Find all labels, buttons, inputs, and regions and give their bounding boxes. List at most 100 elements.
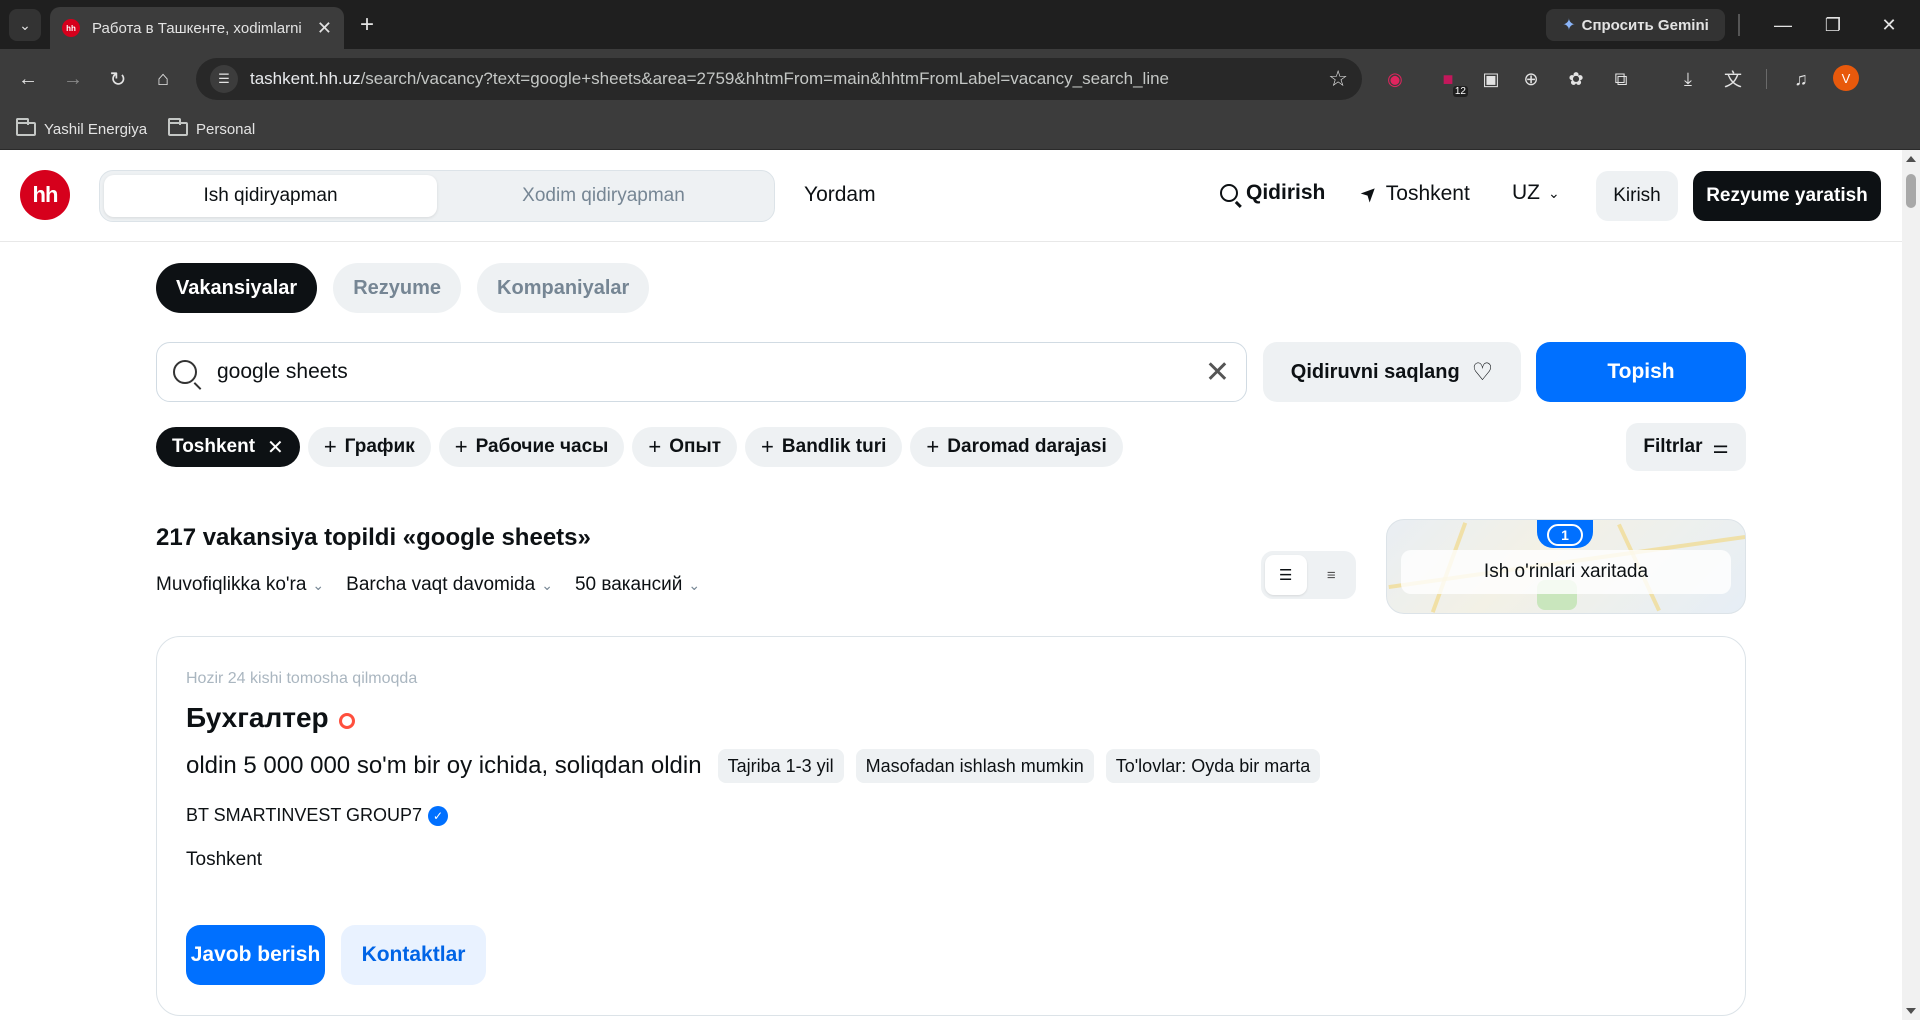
save-search-button[interactable]: Qidiruvni saqlang ♡: [1263, 342, 1521, 402]
chip-label: Toshkent: [172, 436, 256, 457]
back-icon[interactable]: ←: [12, 63, 44, 95]
vacancy-title-link[interactable]: Бухгалтер: [186, 702, 355, 734]
media-extension-icon[interactable]: ◉: [1381, 65, 1409, 93]
site-header: hh Ish qidiryapman Xodim qidiryapman Yor…: [0, 150, 1902, 242]
map-card[interactable]: 1 Ish o'rinlari xaritada: [1386, 519, 1746, 614]
openai-extension-icon[interactable]: ✿: [1562, 65, 1590, 93]
city-selector[interactable]: ➤ Toshkent: [1356, 180, 1470, 207]
extension-badge-icon[interactable]: ■ 12: [1434, 65, 1468, 97]
bookmark-folder-yashil[interactable]: Yashil Energiya: [16, 116, 147, 142]
results-count-title: 217 vakansiya topildi «google sheets»: [156, 524, 591, 551]
browser-tab-active[interactable]: hh Работа в Ташкенте, xodimlarni ✕: [50, 7, 344, 49]
role-tab-job-seeker[interactable]: Ish qidiryapman: [104, 175, 437, 217]
view-toggle: ☰ ≡: [1261, 551, 1356, 599]
bookmark-folder-personal[interactable]: Personal: [168, 116, 255, 142]
media-controls-icon[interactable]: ♫: [1787, 65, 1815, 93]
scroll-down-arrow-icon[interactable]: [1906, 1008, 1916, 1014]
list-view-icon[interactable]: ☰: [1265, 555, 1307, 595]
role-tab-employer[interactable]: Xodim qidiryapman: [437, 175, 770, 217]
contacts-button[interactable]: Kontaktlar: [341, 925, 486, 985]
location-arrow-icon: ➤: [1356, 180, 1384, 208]
verified-badge-icon: ✓: [428, 805, 449, 826]
vacancy-salary: oldin 5 000 000 so'm bir oy ichida, soli…: [186, 752, 702, 779]
bookmark-label: Yashil Energiya: [44, 120, 148, 138]
restore-icon[interactable]: ❐: [1810, 8, 1856, 42]
help-link[interactable]: Yordam: [804, 183, 876, 207]
map-label: Ish o'rinlari xaritada: [1401, 550, 1731, 594]
vacancy-search-input[interactable]: google sheets ✕: [156, 342, 1247, 402]
scroll-up-arrow-icon[interactable]: [1906, 156, 1916, 162]
toolbar-divider: [1766, 69, 1767, 89]
chip-working-hours[interactable]: + Рабочие часы: [438, 427, 625, 467]
chip-employment-type[interactable]: + Bandlik turi: [745, 427, 903, 467]
tab-close-icon[interactable]: ✕: [317, 18, 332, 39]
home-icon[interactable]: ⌂: [147, 63, 179, 95]
translate-icon[interactable]: 文: [1719, 65, 1747, 93]
search-query[interactable]: google sheets: [217, 360, 348, 384]
download-icon[interactable]: ⤓: [1674, 65, 1702, 93]
map-cluster-count: 1: [1547, 524, 1583, 546]
chip-city-active[interactable]: Toshkent ✕: [156, 427, 300, 467]
tab-companies[interactable]: Kompaniyalar: [477, 263, 650, 313]
gemini-button[interactable]: ✦ Спросить Gemini: [1546, 9, 1725, 41]
search-icon: [173, 360, 197, 384]
chevron-down-icon: ⌄: [312, 576, 325, 593]
find-button[interactable]: Topish: [1536, 342, 1746, 402]
search-icon: [1220, 184, 1238, 202]
bookmark-label: Personal: [196, 120, 256, 138]
bookmark-star-icon[interactable]: ☆: [1328, 66, 1348, 92]
viewers-count: Hozir 24 kishi tomosha qilmoqda: [186, 670, 418, 687]
hh-logo[interactable]: hh: [20, 170, 70, 220]
apply-button[interactable]: Javob berish: [186, 925, 325, 985]
address-bar[interactable]: ☰ tashkent.hh.uz/search/vacancy?text=goo…: [196, 58, 1362, 100]
gemini-label: Спросить Gemini: [1581, 16, 1709, 34]
tab-vacancies[interactable]: Vakansiyalar: [156, 263, 318, 313]
globe-extension-icon[interactable]: ⊕: [1517, 65, 1545, 93]
reload-icon[interactable]: ↻: [102, 63, 134, 95]
page-content: hh Ish qidiryapman Xodim qidiryapman Yor…: [0, 150, 1902, 1020]
plus-icon: +: [323, 434, 337, 459]
clear-search-icon[interactable]: ✕: [1205, 355, 1230, 390]
create-resume-button[interactable]: Rezyume yaratish: [1693, 171, 1881, 221]
plus-icon: +: [454, 434, 468, 459]
minimize-icon[interactable]: —: [1760, 8, 1806, 42]
chevron-down-icon: ⌄: [688, 576, 701, 593]
close-icon[interactable]: ✕: [267, 435, 284, 460]
compact-list-icon[interactable]: ≡: [1311, 555, 1353, 595]
tab-resumes[interactable]: Rezyume: [333, 263, 462, 313]
tag-experience: Tajriba 1-3 yil: [717, 749, 844, 783]
role-switch: Ish qidiryapman Xodim qidiryapman: [99, 170, 775, 222]
vacancy-title: Бухгалтер: [186, 702, 329, 733]
page-scrollbar[interactable]: [1902, 150, 1920, 1020]
forward-icon[interactable]: →: [57, 63, 89, 95]
window-close-icon[interactable]: ✕: [1866, 8, 1912, 42]
page-size-dropdown[interactable]: 50 вакансий ⌄: [575, 574, 700, 596]
extensions-puzzle-icon[interactable]: ⧉: [1607, 65, 1635, 93]
language-selector[interactable]: UZ ⌄: [1512, 181, 1560, 205]
tab-search-button[interactable]: ⌄: [9, 9, 41, 41]
extension-badge-count: 12: [1452, 86, 1468, 97]
header-search-link[interactable]: Qidirish: [1220, 181, 1325, 205]
sort-relevance-dropdown[interactable]: Muvofiqlikka ko'ra ⌄: [156, 574, 324, 596]
login-button[interactable]: Kirish: [1596, 171, 1678, 221]
chip-experience[interactable]: + Опыт: [632, 427, 738, 467]
site-info-icon[interactable]: ☰: [210, 65, 238, 93]
cast-extension-icon[interactable]: ▣: [1477, 65, 1505, 93]
hh-favicon-icon: hh: [62, 19, 80, 37]
chip-label: Рабочие часы: [475, 436, 609, 457]
city-label: Toshkent: [1385, 181, 1470, 205]
sort-label: Barcha vaqt davomida: [346, 574, 536, 595]
profile-avatar[interactable]: V: [1833, 65, 1859, 91]
scrollbar-thumb[interactable]: [1906, 174, 1916, 208]
tabbar-divider: [1738, 14, 1740, 36]
new-tab-button[interactable]: +: [352, 10, 382, 40]
language-label: UZ: [1512, 181, 1540, 204]
chip-schedule[interactable]: + График: [307, 427, 431, 467]
filters-button[interactable]: Filtrlar ⚌: [1626, 423, 1746, 471]
url-text[interactable]: tashkent.hh.uz/search/vacancy?text=googl…: [250, 69, 1169, 89]
company-link[interactable]: BT SMARTINVEST GROUP7 ✓: [186, 805, 449, 826]
chip-income-level[interactable]: + Daromad darajasi: [910, 427, 1123, 467]
sort-period-dropdown[interactable]: Barcha vaqt davomida ⌄: [346, 574, 553, 596]
sort-controls: Muvofiqlikka ko'ra ⌄ Barcha vaqt davomida…: [156, 574, 700, 596]
plus-icon: +: [648, 434, 662, 459]
